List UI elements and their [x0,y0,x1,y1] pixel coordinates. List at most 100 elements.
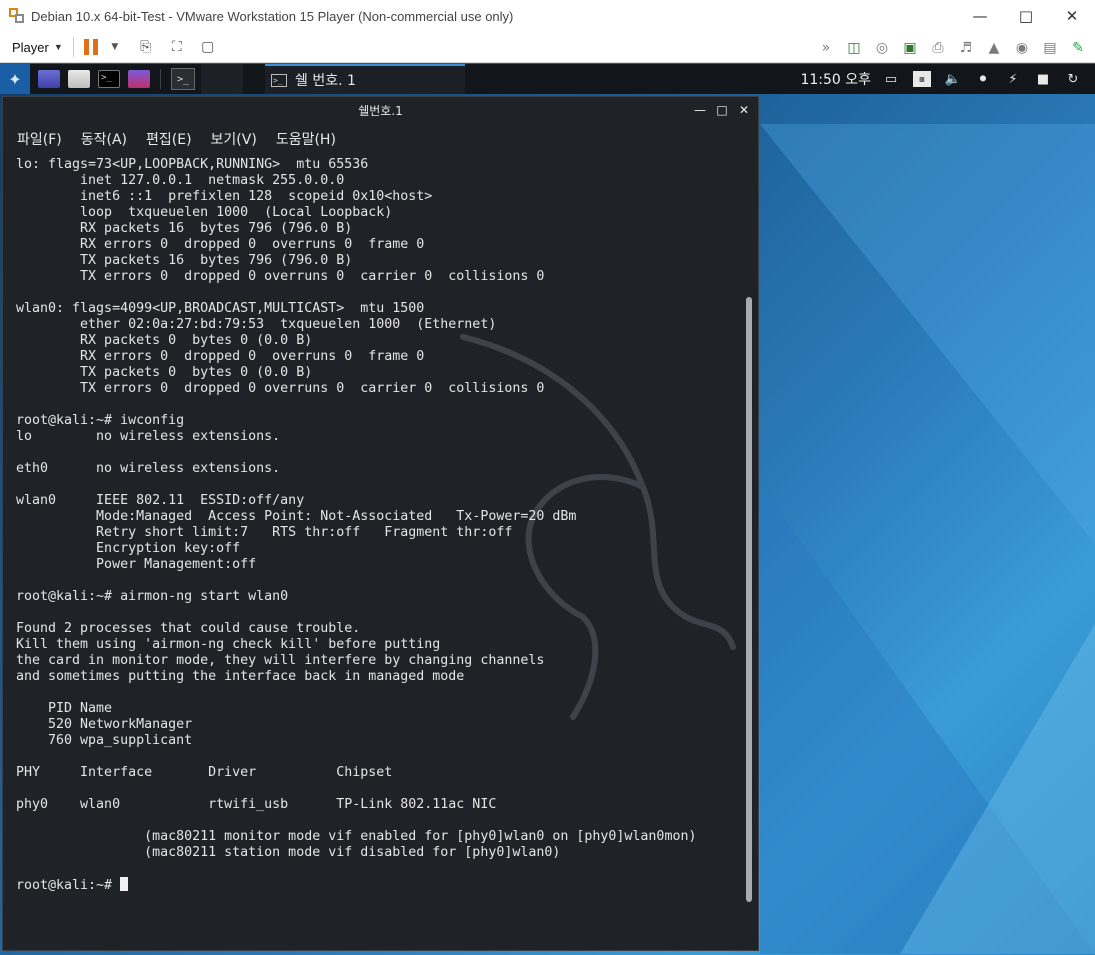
menu-file[interactable]: 파일(F) [17,129,62,149]
terminal-line: 760 wpa_supplicant [16,733,193,748]
window-title: Debian 10.x 64-bit-Test - VMware Worksta… [31,8,514,24]
notification-bell-icon[interactable]: ⚫ [975,71,991,87]
menu-edit[interactable]: 편집(E) [146,129,192,149]
network-adapter-icon[interactable]: ▣ [899,37,921,59]
terminal-line: 520 NetworkManager [16,717,193,732]
player-menu-button[interactable]: Player ▼ [12,40,63,55]
terminal-line: ether 02:0a:27:bd:79:53 txqueuelen 1000 … [16,317,497,332]
pause-icon[interactable] [83,39,98,55]
terminal-line: RX errors 0 dropped 0 overruns 0 frame 0 [16,349,425,364]
wallpaper-shape [760,124,1095,544]
terminal-titlebar[interactable]: 쉘번호.1 — □ ✕ [3,97,758,123]
terminal-line: root@kali:~# iwconfig [16,413,185,428]
clock[interactable]: 11:50 오후 [800,69,871,89]
terminal-line: wlan0: flags=4099<UP,BROADCAST,MULTICAST… [16,301,425,316]
terminal-line: phy0 wlan0 rtwifi_usb TP-Link 802.11ac N… [16,797,497,812]
prompt: root@kali:~# [16,878,121,893]
guest-desktop: ✦ >_ >_ >_ 쉘 번호. 1 11:50 오후 ▭ ▩ 🔈 ⚫ ⚡ ■ … [0,64,1095,955]
terminal-icon: >_ [271,73,287,87]
vmware-toolbar: Player ▼ ▼ ⎘ ⛶ ▢ » ◫ ◎ ▣ ⎙ ♬ ▲ ◉ ▤ ✎ [0,32,1095,63]
kali-menu-icon[interactable]: ✦ [0,64,30,94]
close-button[interactable]: ✕ [1049,0,1095,32]
printer-icon[interactable]: ⎙ [927,37,949,59]
terminal-line: root@kali:~# airmon-ng start wlan0 [16,589,289,604]
terminal-line: RX errors 0 dropped 0 overruns 0 frame 0 [16,237,425,252]
pause-dropdown-icon[interactable]: ▼ [104,36,126,58]
terminal-output[interactable]: lo: flags=73<UP,LOOPBACK,RUNNING> mtu 65… [16,157,744,947]
toolbar-divider [72,37,74,57]
show-desktop-icon[interactable] [38,70,60,88]
terminal-line: TX packets 16 bytes 796 (796.0 B) [16,253,353,268]
window-icon[interactable]: ▭ [883,71,899,87]
send-ctrl-alt-del-icon[interactable]: ⎘ [135,36,157,58]
terminal-launcher-icon[interactable]: >_ [98,70,120,88]
menu-action[interactable]: 동작(A) [81,129,127,149]
taskbar-terminal-item[interactable]: >_ 쉘 번호. 1 [265,64,465,94]
kali-top-panel: ✦ >_ >_ >_ 쉘 번호. 1 11:50 오후 ▭ ▩ 🔈 ⚫ ⚡ ■ … [0,64,1095,94]
usb-device-icon[interactable]: ▲ [983,37,1005,59]
menu-view[interactable]: 보기(V) [211,129,257,149]
terminal-title: 쉘번호.1 [358,103,403,118]
file-manager-icon[interactable] [68,70,90,88]
terminal-line: Kill them using 'airmon-ng check kill' b… [16,637,441,652]
text-cursor [120,877,129,891]
more-devices-icon[interactable]: » [815,37,837,59]
terminal-line: PID Name [16,701,113,716]
hard-disk-icon[interactable]: ◫ [843,37,865,59]
terminal-line: (mac80211 monitor mode vif enabled for [… [16,829,697,844]
terminal-line: PHY Interface Driver Chipset [16,765,393,780]
terminal-close-icon[interactable]: ✕ [738,103,750,117]
vmware-app-icon [9,8,25,24]
terminal-scrollbar[interactable] [746,157,752,947]
terminal-line: Retry short limit:7 RTS thr:off Fragment… [16,525,513,540]
panel-divider [160,69,161,89]
terminal-line: wlan0 IEEE 802.11 ESSID:off/any [16,493,305,508]
workspace-2-button[interactable] [201,64,243,94]
vmware-titlebar: Debian 10.x 64-bit-Test - VMware Worksta… [0,0,1095,32]
cd-dvd-icon[interactable]: ◎ [871,37,893,59]
minimize-button[interactable]: — [957,0,1003,32]
menu-help[interactable]: 도움말(H) [276,129,336,149]
taskbar-item-label: 쉘 번호. 1 [295,73,356,89]
monitor-app-icon[interactable] [128,70,150,88]
display-icon[interactable]: ▤ [1039,37,1061,59]
terminal-line: RX packets 0 bytes 0 (0.0 B) [16,333,313,348]
unity-icon[interactable]: ▢ [197,36,219,58]
terminal-line: Encryption key:off [16,541,241,556]
lock-icon[interactable]: ■ [1035,71,1051,87]
maximize-button[interactable]: □ [1003,0,1049,32]
terminal-line: lo no wireless extensions. [16,429,281,444]
sound-card-icon[interactable]: ♬ [955,37,977,59]
terminal-window: 쉘번호.1 — □ ✕ 파일(F) 동작(A) 편집(E) 보기(V) 도움말(… [2,96,759,951]
camera-icon[interactable]: ◉ [1011,37,1033,59]
terminal-minimize-icon[interactable]: — [694,103,706,117]
message-log-icon[interactable]: ✎ [1067,37,1089,59]
terminal-line: the card in monitor mode, they will inte… [16,653,545,668]
power-manager-icon[interactable]: ⚡ [1005,71,1021,87]
terminal-line: Power Management:off [16,557,257,572]
terminal-line: RX packets 16 bytes 796 (796.0 B) [16,221,353,236]
terminal-line: Mode:Managed Access Point: Not-Associate… [16,509,577,524]
terminal-line: eth0 no wireless extensions. [16,461,281,476]
terminal-line: lo: flags=73<UP,LOOPBACK,RUNNING> mtu 65… [16,157,369,172]
terminal-text: lo: flags=73<UP,LOOPBACK,RUNNING> mtu 65… [16,157,744,877]
terminal-line: and sometimes putting the interface back… [16,669,465,684]
volume-icon[interactable]: 🔈 [945,71,961,87]
terminal-line: TX errors 0 dropped 0 overruns 0 carrier… [16,381,545,396]
chevron-down-icon: ▼ [53,42,63,52]
logout-icon[interactable]: ↻ [1065,71,1081,87]
terminal-line: TX packets 0 bytes 0 (0.0 B) [16,365,313,380]
fullscreen-icon[interactable]: ⛶ [166,36,188,58]
scrollbar-thumb[interactable] [746,297,752,902]
workspace-1-button[interactable]: >_ [171,68,195,90]
terminal-menubar: 파일(F) 동작(A) 편집(E) 보기(V) 도움말(H) [3,123,758,155]
keyboard-layout-icon[interactable]: ▩ [913,71,931,87]
terminal-maximize-icon[interactable]: □ [716,103,728,117]
